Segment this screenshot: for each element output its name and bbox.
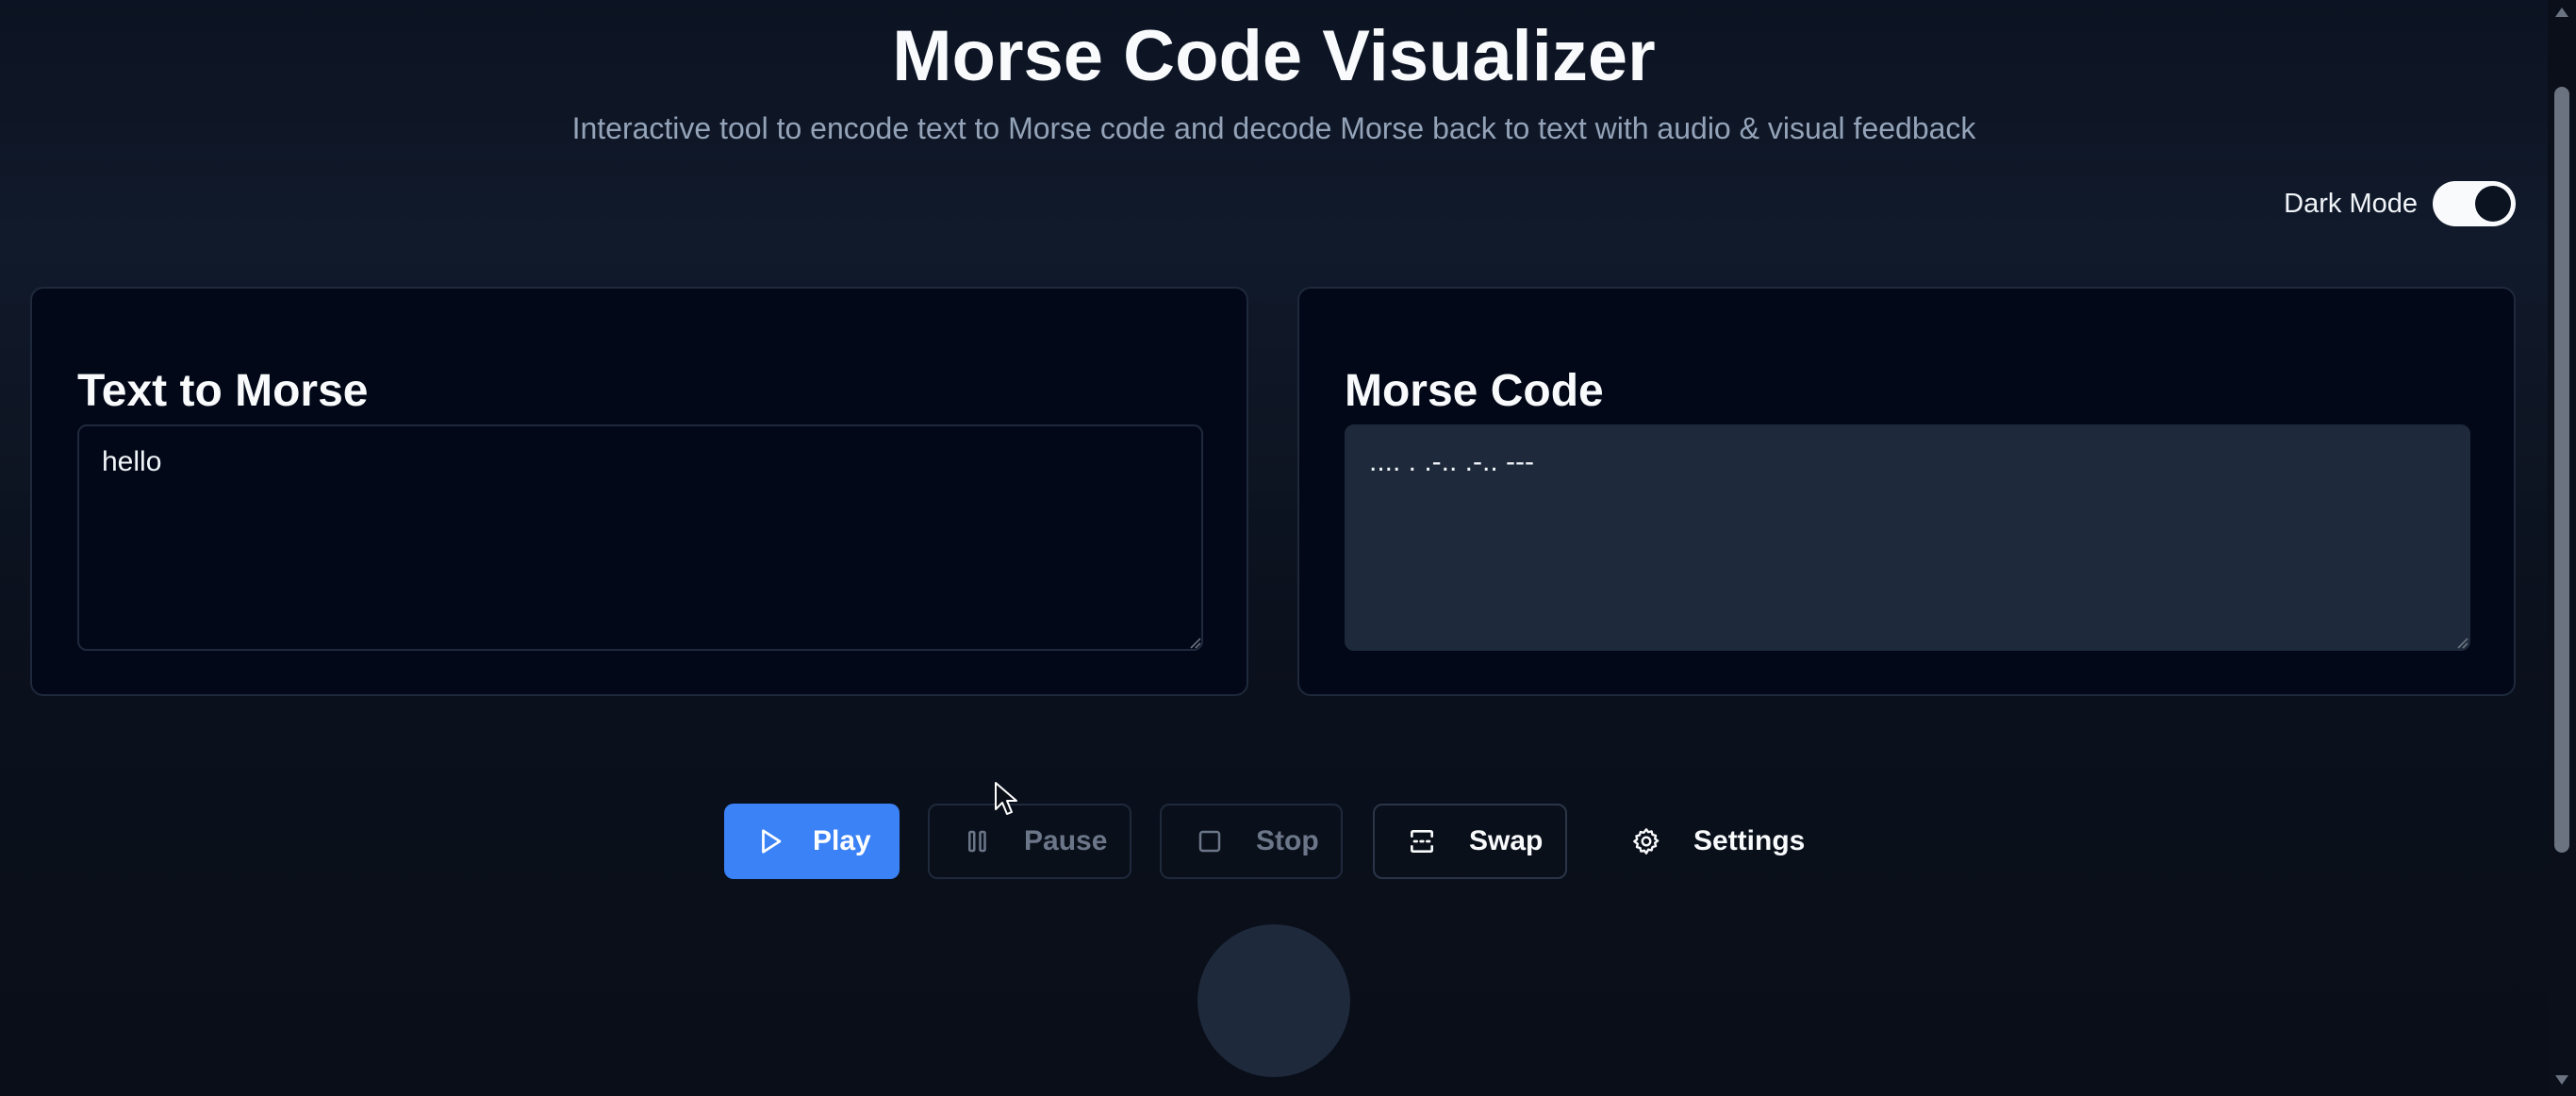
morse-signal-light <box>1197 924 1350 1077</box>
mouse-cursor-icon <box>995 782 1017 815</box>
scroll-down-arrow-icon[interactable] <box>2554 1073 2569 1087</box>
page-title: Morse Code Visualizer <box>892 15 1656 96</box>
dark-mode-control: Dark Mode <box>2284 181 2516 226</box>
play-label: Play <box>813 825 871 856</box>
pause-icon <box>968 830 986 853</box>
scroll-up-arrow-icon[interactable] <box>2554 6 2569 19</box>
text-to-morse-title: Text to Morse <box>77 365 369 416</box>
stop-button[interactable]: Stop <box>1160 804 1343 879</box>
morse-input[interactable]: .... . .-.. .-.. --- <box>1345 424 2470 651</box>
page-subtitle: Interactive tool to encode text to Morse… <box>571 111 1976 145</box>
resize-grip-icon[interactable] <box>1188 636 1201 649</box>
scrollbar-thumb[interactable] <box>2554 87 2569 853</box>
swap-icon <box>1411 830 1433 853</box>
gear-icon <box>1633 828 1660 855</box>
morse-code-panel: Morse Code .... . .-.. .-.. --- <box>1297 287 2516 696</box>
dark-mode-toggle[interactable] <box>2433 181 2516 226</box>
text-input[interactable]: hello <box>77 424 1203 651</box>
vertical-scrollbar[interactable] <box>2548 0 2576 1096</box>
settings-button[interactable]: Settings <box>1624 804 1812 879</box>
dark-mode-label: Dark Mode <box>2284 188 2418 219</box>
settings-label: Settings <box>1693 825 1806 856</box>
play-button[interactable]: Play <box>724 804 900 879</box>
pause-label: Pause <box>1024 825 1108 856</box>
pause-button[interactable]: Pause <box>928 804 1131 879</box>
swap-label: Swap <box>1469 825 1544 856</box>
swap-button[interactable]: Swap <box>1373 804 1567 879</box>
resize-grip-icon[interactable] <box>2455 636 2469 649</box>
morse-code-title: Morse Code <box>1345 365 1604 416</box>
play-icon <box>762 829 782 854</box>
stop-icon <box>1198 830 1221 853</box>
app-root: Morse Code Visualizer Interactive tool t… <box>0 0 2548 1096</box>
stop-label: Stop <box>1256 825 1319 856</box>
toggle-knob <box>2475 186 2511 222</box>
text-to-morse-panel: Text to Morse hello <box>30 287 1248 696</box>
